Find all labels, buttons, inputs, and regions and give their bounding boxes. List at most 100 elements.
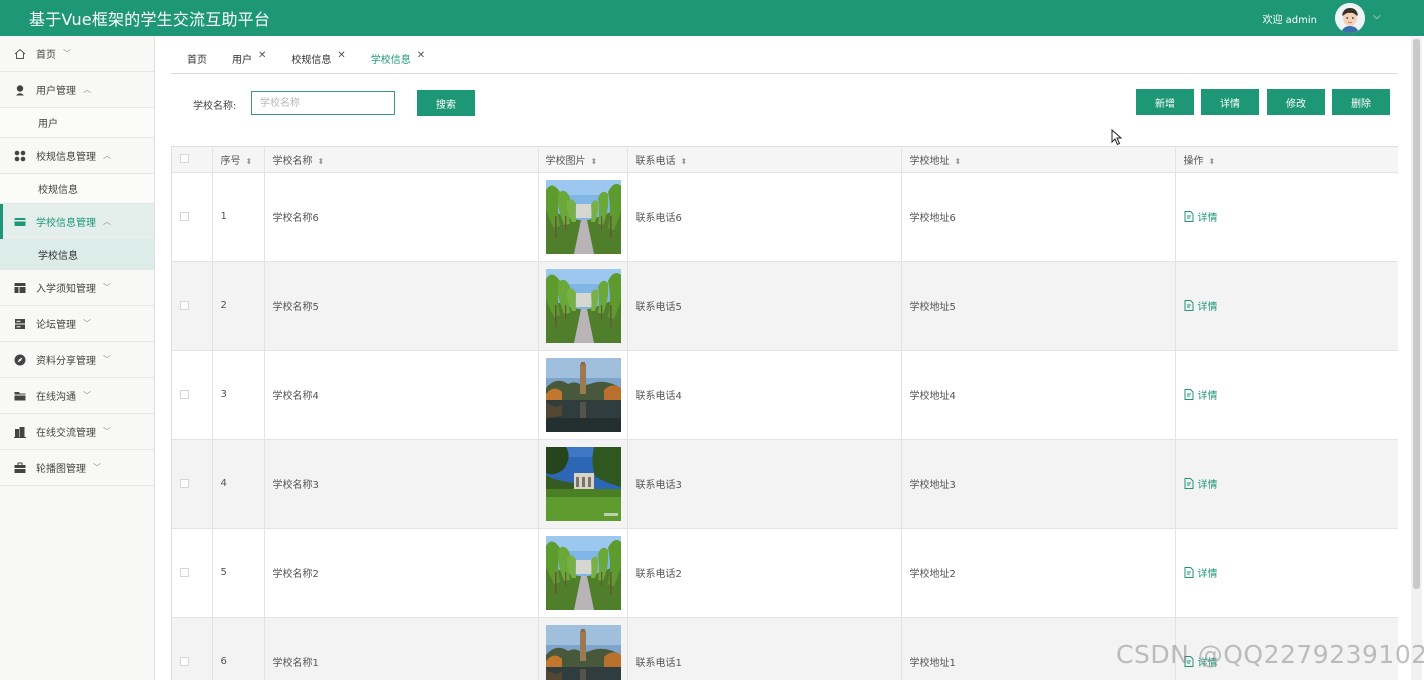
sort-icon[interactable]: ⬍ (246, 157, 253, 166)
row-detail-link[interactable]: 详情 (1184, 476, 1218, 491)
column-header-image[interactable]: 学校图片 ⬍ (538, 147, 628, 173)
search-button[interactable]: 搜索 (417, 90, 475, 116)
table-row[interactable]: 3 学校名称4 联系电话4 学校地址4 详情 (172, 350, 1398, 440)
ops-cell: 详情 (1175, 439, 1398, 529)
index-cell: 4 (212, 439, 265, 529)
detail-link-label: 详情 (1197, 479, 1218, 491)
sort-icon[interactable]: ⬍ (1209, 157, 1216, 166)
column-header-index[interactable]: 序号 ⬍ (212, 147, 265, 173)
row-select-cell[interactable] (172, 350, 213, 440)
school-image-cell (538, 261, 628, 351)
row-checkbox[interactable] (180, 656, 189, 666)
chevron-down-icon: ﹀ (103, 427, 111, 436)
phone-cell: 联系电话5 (627, 261, 902, 351)
sidebar-item-school-management[interactable]: 学校信息管理 ︿ (0, 204, 154, 240)
table-header-row: 序号 ⬍ 学校名称 ⬍ 学校图片 ⬍ 联系电话 ⬍ 学校地址 ⬍ 操作 ⬍ (172, 147, 1398, 173)
sidebar-item-online-exchange[interactable]: 在线交流管理 ﹀ (0, 414, 154, 450)
sort-icon[interactable]: ⬍ (318, 157, 325, 166)
page-scrollbar[interactable] (1411, 37, 1422, 680)
row-checkbox[interactable] (180, 389, 189, 399)
table-row[interactable]: 2 学校名称5 联系电话5 学校地址5 详情 (172, 261, 1398, 351)
school-photo (545, 624, 621, 680)
sidebar-item-online-chat[interactable]: 在线沟通 ﹀ (0, 378, 154, 414)
row-detail-link[interactable]: 详情 (1184, 209, 1218, 224)
address-cell: 学校地址3 (901, 439, 1176, 529)
row-select-cell[interactable] (172, 528, 213, 618)
sidebar: 首页 ﹀ 用户管理 ︿ 用户 校规信息管理 ︿ 校规信息 学校信息管理 ︿ 学校… (0, 36, 155, 680)
mouse-cursor-icon (1111, 129, 1123, 146)
row-checkbox[interactable] (180, 478, 189, 488)
table-row[interactable]: 5 学校名称2 联系电话2 学校地址2 详情 (172, 528, 1398, 618)
close-icon[interactable]: ✕ (417, 50, 425, 61)
sidebar-item-forum-management[interactable]: 论坛管理 ﹀ (0, 306, 154, 342)
delete-button[interactable]: 删除 (1332, 89, 1390, 115)
avatar-icon (1335, 3, 1365, 33)
school-image-cell (538, 528, 628, 618)
ops-cell: 详情 (1175, 261, 1398, 351)
column-header-name[interactable]: 学校名称 ⬍ (264, 147, 539, 173)
apps-icon (13, 149, 27, 163)
chevron-down-icon: ﹀ (63, 49, 71, 58)
select-all-checkbox[interactable] (180, 154, 189, 164)
sidebar-subitem-rules[interactable]: 校规信息 (0, 174, 154, 204)
sidebar-item-admission-notice[interactable]: 入学须知管理 ﹀ (0, 270, 154, 306)
school-image-cell (538, 350, 628, 440)
add-button[interactable]: 新增 (1136, 89, 1194, 115)
sort-icon[interactable]: ⬍ (955, 157, 962, 166)
tabs-divider (171, 73, 1398, 74)
column-header-address[interactable]: 学校地址 ⬍ (901, 147, 1176, 173)
row-select-cell[interactable] (172, 172, 213, 262)
column-header-ops[interactable]: 操作 ⬍ (1175, 147, 1398, 173)
tab-user[interactable]: 用户 ✕ (223, 50, 266, 66)
address-cell: 学校地址4 (901, 350, 1176, 440)
row-select-cell[interactable] (172, 439, 213, 529)
phone-cell: 联系电话2 (627, 528, 902, 618)
user-avatar[interactable] (1335, 3, 1365, 33)
document-icon (1184, 566, 1193, 578)
sidebar-item-rules-management[interactable]: 校规信息管理 ︿ (0, 138, 154, 174)
sort-icon[interactable]: ⬍ (591, 157, 598, 166)
scrollbar-thumb[interactable] (1413, 39, 1420, 589)
index-cell: 3 (212, 350, 265, 440)
sidebar-subitem-user[interactable]: 用户 (0, 108, 154, 138)
folder-icon (13, 389, 27, 403)
row-checkbox[interactable] (180, 300, 189, 310)
detail-link-label: 详情 (1197, 390, 1218, 402)
table-row[interactable]: 1 学校名称6 联系电话6 学校地址6 详情 (172, 172, 1398, 262)
row-select-cell[interactable] (172, 261, 213, 351)
row-detail-link[interactable]: 详情 (1184, 298, 1218, 313)
sort-icon[interactable]: ⬍ (681, 157, 688, 166)
close-icon[interactable]: ✕ (258, 50, 266, 61)
select-all-cell[interactable] (172, 147, 213, 173)
sidebar-item-user-management[interactable]: 用户管理 ︿ (0, 72, 154, 108)
chevron-down-icon[interactable]: ⌵ (1373, 11, 1381, 22)
detail-button[interactable]: 详情 (1201, 89, 1259, 115)
tab-rules-info[interactable]: 校规信息 ✕ (282, 50, 345, 66)
column-header-phone[interactable]: 联系电话 ⬍ (627, 147, 902, 173)
phone-cell: 联系电话4 (627, 350, 902, 440)
row-checkbox[interactable] (180, 567, 189, 577)
card-icon (13, 215, 27, 229)
sidebar-item-carousel-management[interactable]: 轮播图管理 ﹀ (0, 450, 154, 486)
close-icon[interactable]: ✕ (337, 50, 345, 61)
sidebar-item-home[interactable]: 首页 ﹀ (0, 36, 154, 72)
school-name-cell: 学校名称4 (264, 350, 539, 440)
row-detail-link[interactable]: 详情 (1184, 387, 1218, 402)
sidebar-item-resource-sharing[interactable]: 资料分享管理 ﹀ (0, 342, 154, 378)
table-row[interactable]: 4 学校名称3 联系电话3 学校地址3 详情 (172, 439, 1398, 529)
school-table: 序号 ⬍ 学校名称 ⬍ 学校图片 ⬍ 联系电话 ⬍ 学校地址 ⬍ 操作 ⬍ 1 学校名称6 (171, 146, 1398, 680)
tab-school-info[interactable]: 学校信息 ✕ (362, 50, 425, 66)
sidebar-subitem-school-info[interactable]: 学校信息 (0, 240, 154, 270)
tab-bar: 首页 用户 ✕ 校规信息 ✕ 学校信息 ✕ (178, 44, 441, 72)
school-name-search-input[interactable] (251, 91, 395, 115)
app-title: 基于Vue框架的学生交流互助平台 (29, 10, 271, 29)
row-checkbox[interactable] (180, 211, 189, 221)
phone-cell: 联系电话1 (627, 617, 902, 680)
tab-home[interactable]: 首页 (178, 51, 207, 66)
header-label: 学校图片 (545, 155, 586, 167)
index-cell: 6 (212, 617, 265, 680)
row-detail-link[interactable]: 详情 (1184, 565, 1218, 580)
row-select-cell[interactable] (172, 617, 213, 680)
edit-button[interactable]: 修改 (1267, 89, 1325, 115)
header-label: 操作 (1183, 155, 1204, 167)
